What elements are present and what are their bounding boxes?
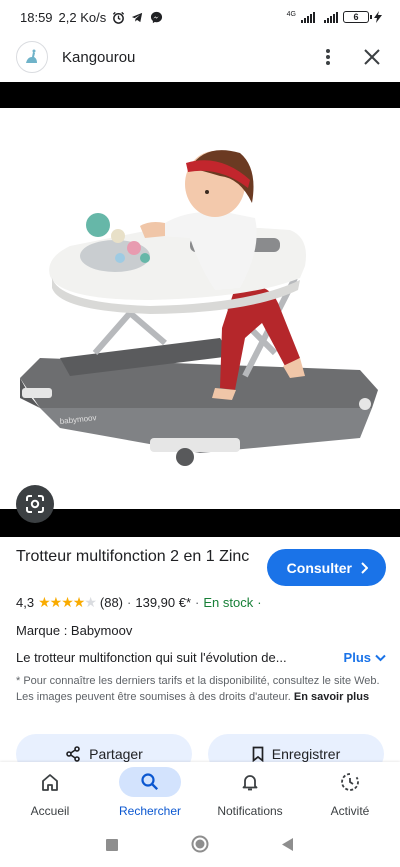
nav-activity[interactable]: Activité <box>300 767 400 818</box>
star-icon: ★ <box>61 594 74 610</box>
kangaroo-logo-icon <box>26 49 37 63</box>
site-header: Kangourou <box>0 34 400 80</box>
close-button[interactable] <box>360 45 384 69</box>
stock-status: En stock <box>203 595 254 610</box>
nav-activity-label: Activité <box>330 804 370 818</box>
search-icon <box>141 773 159 791</box>
more-label: Plus <box>343 650 371 665</box>
bell-icon <box>242 775 258 791</box>
title-row: Trotteur multifonction 2 en 1 Zinc Consu… <box>16 546 386 586</box>
charging-icon <box>374 11 382 23</box>
more-button[interactable]: Plus <box>344 650 386 665</box>
battery-level: 6 <box>353 12 359 22</box>
share-icon <box>66 746 80 762</box>
star-half-icon: ★ <box>84 594 97 610</box>
status-time: 18:59 <box>20 9 53 25</box>
image-top-bar <box>0 82 400 108</box>
nav-search-label: Rechercher <box>118 804 182 818</box>
nav-home-label: Accueil <box>30 804 70 818</box>
google-lens-button[interactable] <box>16 485 54 523</box>
consult-label: Consulter <box>286 559 352 576</box>
brand: Marque : Babymoov <box>16 623 133 638</box>
signal-2-icon <box>324 11 338 23</box>
baby-walker-illustration: babymoov <box>20 150 378 466</box>
messenger-icon <box>151 11 163 23</box>
back-button[interactable] <box>281 837 294 856</box>
site-logo[interactable] <box>16 41 48 73</box>
star-icon: ★ <box>38 594 51 610</box>
disclaimer: * Pour connaître les derniers tarifs et … <box>16 673 386 705</box>
image-bottom-bar <box>0 509 400 537</box>
action-buttons: Partager Enregistrer <box>16 734 384 764</box>
system-navigation <box>0 826 400 867</box>
product-info: Trotteur multifonction 2 en 1 Zinc Consu… <box>16 546 386 705</box>
save-label: Enregistrer <box>271 746 341 762</box>
share-label: Partager <box>89 746 143 762</box>
bookmark-icon <box>252 746 264 762</box>
description-row: Le trotteur multifonction qui suit l'évo… <box>16 650 386 665</box>
status-left: 18:59 2,2 Ko/s <box>20 10 163 25</box>
separator-dot: · <box>195 595 200 610</box>
separator-dot: · <box>257 595 262 610</box>
chevron-right-icon <box>361 561 368 574</box>
description: Le trotteur multifonction qui suit l'évo… <box>16 650 287 665</box>
square-icon <box>106 838 119 851</box>
learn-more-link[interactable]: En savoir plus <box>294 691 369 703</box>
rating-value: 4,3 <box>16 595 35 610</box>
more-options-button[interactable] <box>316 45 340 69</box>
more-vert-icon <box>326 49 330 65</box>
chevron-down-icon <box>375 654 386 661</box>
home-icon <box>42 774 58 791</box>
recents-button[interactable] <box>106 838 119 856</box>
signal-icon <box>301 11 315 23</box>
lens-icon <box>26 495 44 513</box>
nav-search[interactable]: Rechercher <box>100 767 200 818</box>
activity-icon <box>341 773 359 791</box>
separator-dot: · <box>127 595 132 610</box>
rating-row: 4,3 ★★★★★ (88) · 139,90 €* · En stock · <box>16 594 386 611</box>
circle-icon <box>191 835 209 853</box>
save-button[interactable]: Enregistrer <box>208 734 384 764</box>
star-icon: ★ <box>49 594 63 610</box>
rating-stars: ★★★★★ <box>38 594 97 611</box>
nav-notifications-label: Notifications <box>217 804 283 818</box>
nav-home-icon-wrap <box>19 767 81 797</box>
star-icon: ★ <box>72 594 86 610</box>
product-image[interactable]: babymoov <box>0 108 400 509</box>
bottom-navigation: Accueil Rechercher Notifications Activit… <box>0 762 400 826</box>
close-icon <box>364 49 380 65</box>
triangle-back-icon <box>281 837 293 851</box>
battery-icon: 6 <box>343 11 372 23</box>
site-name[interactable]: Kangourou <box>62 49 316 66</box>
nav-notifications[interactable]: Notifications <box>200 767 300 818</box>
status-speed: 2,2 Ko/s <box>58 9 107 25</box>
nav-activity-icon-wrap <box>319 767 381 797</box>
alarm-icon <box>113 11 125 24</box>
price: 139,90 €* <box>135 595 192 610</box>
nav-search-icon-wrap <box>119 767 181 797</box>
nav-home[interactable]: Accueil <box>0 767 100 818</box>
home-system-button[interactable] <box>191 835 209 858</box>
status-bar: 18:59 2,2 Ko/s 4G 6 <box>0 0 400 34</box>
product-title[interactable]: Trotteur multifonction 2 en 1 Zinc <box>16 546 256 568</box>
consult-button[interactable]: Consulter <box>266 549 386 586</box>
network-type: 4G <box>286 11 296 18</box>
nav-notifications-icon-wrap <box>219 767 281 797</box>
status-right: 4G 6 <box>287 11 382 23</box>
share-button[interactable]: Partager <box>16 734 192 764</box>
review-count[interactable]: (88) <box>100 595 123 610</box>
telegram-icon <box>132 12 143 22</box>
